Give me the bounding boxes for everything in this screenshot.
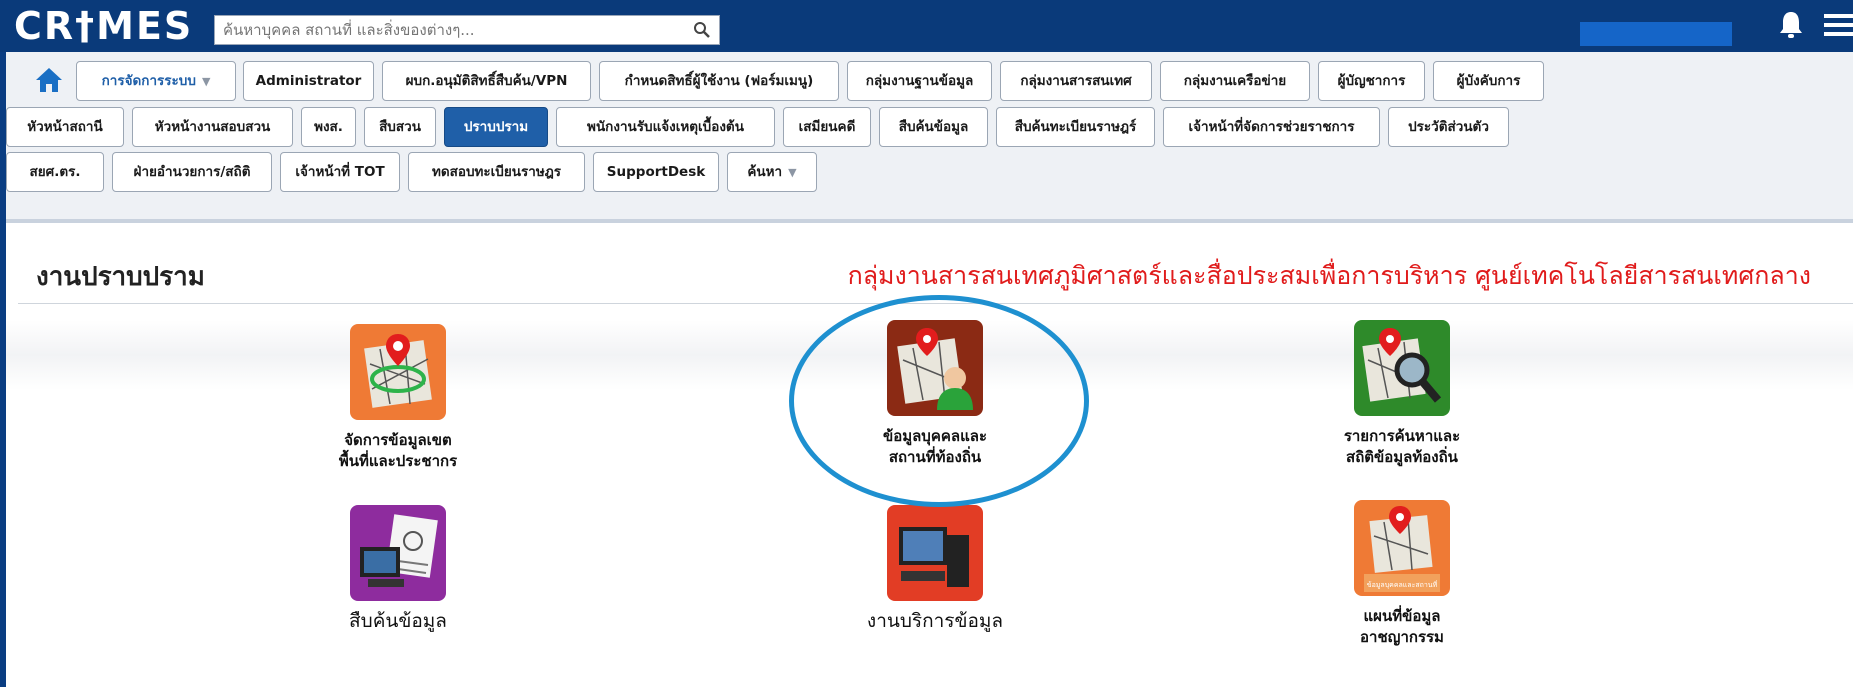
search-box[interactable]	[214, 15, 720, 45]
hamburger-menu-icon[interactable]	[1824, 14, 1853, 38]
tile-label: สืบค้นข้อมูล	[349, 610, 447, 632]
user-name-box[interactable]	[1580, 22, 1732, 46]
chevron-down-icon: ▼	[788, 166, 797, 179]
document-computer-icon[interactable]	[350, 505, 446, 601]
nav-supportdesk[interactable]: SupportDesk	[593, 152, 719, 192]
app-logo[interactable]: CR†MES	[14, 4, 193, 48]
tile-label: รายการค้นหาและ สถิติข้อมูลท้องถิ่น	[1343, 427, 1461, 466]
nav-approve-vpn[interactable]: ผบก.อนุมัติสิทธิ์สืบค้น/VPN	[382, 61, 591, 101]
notification-bell-icon[interactable]	[1778, 10, 1804, 40]
tile-search-statistics[interactable]: รายการค้นหาและ สถิติข้อมูลท้องถิ่น	[1262, 320, 1542, 468]
crime-map-badge: ข้อมูลบุคคลและสถานที่	[1367, 580, 1438, 589]
nav-network-group[interactable]: กลุ่มงานเครือข่าย	[1160, 61, 1310, 101]
nav-detective[interactable]: สืบสวน	[364, 107, 436, 147]
tile-data-search[interactable]: สืบค้นข้อมูล	[258, 505, 538, 632]
nav-administrator[interactable]: Administrator	[243, 61, 374, 101]
tile-local-persons-places[interactable]: ข้อมูลบุคคลและ สถานที่ท้องถิ่น	[795, 320, 1075, 468]
map-search-icon[interactable]	[1354, 320, 1450, 416]
tile-label: ข้อมูลบุคคลและ สถานที่ท้องถิ่น	[882, 427, 988, 466]
chevron-down-icon: ▼	[201, 75, 211, 88]
role-navigation: การจัดการระบบ ▼ Administrator ผบก.อนุมัติ…	[6, 52, 1853, 223]
tile-data-service[interactable]: งานบริการข้อมูล	[795, 505, 1075, 632]
map-person-icon[interactable]	[887, 320, 983, 416]
nav-system-management[interactable]: การจัดการระบบ ▼	[76, 61, 236, 101]
nav-user-rights[interactable]: กำหนดสิทธิ์ผู้ใช้งาน (ฟอร์มเมนู)	[599, 61, 839, 101]
title-divider	[18, 303, 1853, 304]
nav-investigation-head[interactable]: หัวหน้างานสอบสวน	[132, 107, 293, 147]
nav-commander[interactable]: ผู้บังคับการ	[1433, 61, 1544, 101]
home-icon[interactable]	[34, 65, 64, 95]
computer-icon[interactable]	[887, 505, 983, 601]
nav-service-assistant[interactable]: เจ้าหน้าที่จัดการช่วยราชการ	[1163, 107, 1380, 147]
nav-inquiry-officer[interactable]: พงส.	[301, 107, 356, 147]
nav-case-clerk[interactable]: เสมียนคดี	[783, 107, 871, 147]
nav-tot-officer[interactable]: เจ้าหน้าที่ TOT	[280, 152, 400, 192]
nav-incident-receiver[interactable]: พนักงานรับแจ้งเหตุเบื้องต้น	[556, 107, 775, 147]
tile-label: งานบริการข้อมูล	[866, 610, 1004, 632]
tile-label: จัดการข้อมูลเขต พื้นที่และประชากร	[338, 431, 458, 470]
map-zone-icon[interactable]	[350, 324, 446, 420]
nav-test-civil-registry[interactable]: ทดสอบทะเบียนราษฎร	[408, 152, 585, 192]
nav-data-search[interactable]: สืบค้นข้อมูล	[879, 107, 988, 147]
department-subtitle: กลุ่มงานสารสนเทศภูมิศาสตร์และสื่อประสมเพ…	[847, 261, 1811, 290]
page-title: งานปราบปราม	[36, 262, 205, 292]
nav-syt[interactable]: สยศ.ตร.	[6, 152, 104, 192]
nav-personal-history[interactable]: ประวัติส่วนตัว	[1388, 107, 1509, 147]
nav-information-group[interactable]: กลุ่มงานสารสนเทศ	[1000, 61, 1152, 101]
nav-admin-statistics[interactable]: ฝ่ายอำนวยการ/สถิติ	[112, 152, 272, 192]
tile-label: แผนที่ข้อมูล อาชญากรรม	[1360, 607, 1444, 646]
top-bar: CR†MES	[0, 0, 1853, 52]
nav-search-dropdown[interactable]: ค้นหา ▼	[727, 152, 817, 192]
tile-crime-map[interactable]: ข้อมูลบุคคลและสถานที่ แผนที่ข้อมูล อาชญาก…	[1262, 500, 1542, 648]
tile-zone-population[interactable]: จัดการข้อมูลเขต พื้นที่และประชากร	[258, 324, 538, 472]
search-icon[interactable]	[693, 21, 711, 39]
nav-suppression[interactable]: ปราบปราม	[444, 107, 548, 147]
crime-map-icon[interactable]: ข้อมูลบุคคลและสถานที่	[1354, 500, 1450, 596]
nav-database-group[interactable]: กลุ่มงานฐานข้อมูล	[847, 61, 992, 101]
search-input[interactable]	[215, 16, 685, 44]
nav-station-chief[interactable]: หัวหน้าสถานี	[6, 107, 124, 147]
nav-civil-registry-search[interactable]: สืบค้นทะเบียนราษฎร์	[996, 107, 1155, 147]
nav-commissioner[interactable]: ผู้บัญชาการ	[1318, 61, 1425, 101]
